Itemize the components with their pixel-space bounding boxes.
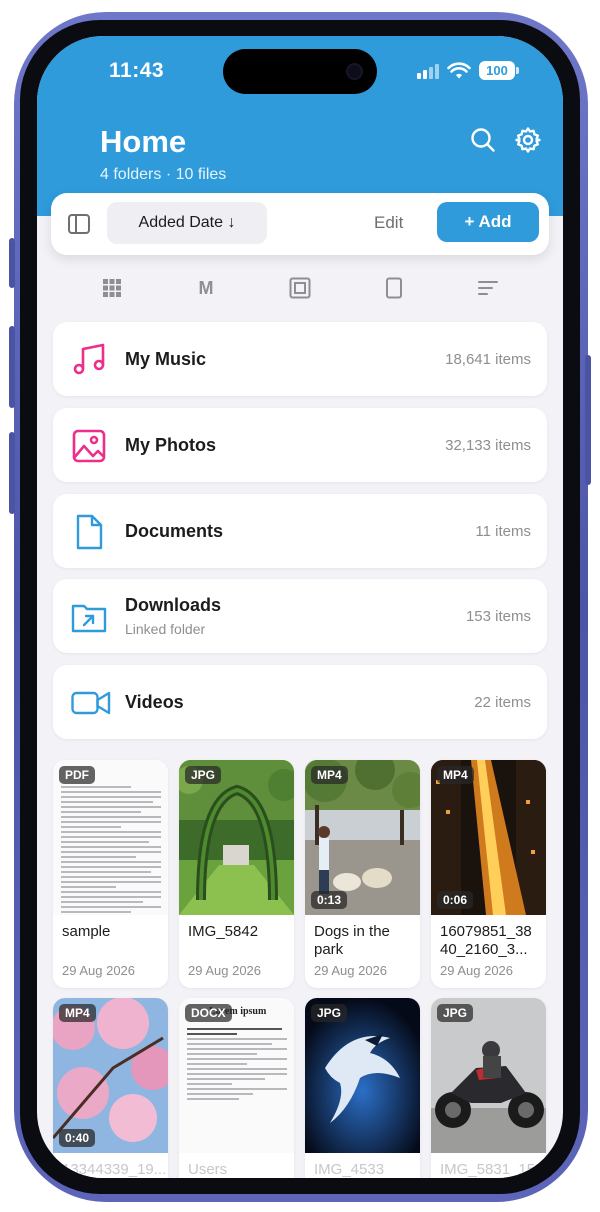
battery-icon: 100 xyxy=(479,61,519,80)
folder-name: Downloads xyxy=(125,595,222,615)
dynamic-island xyxy=(223,49,377,94)
app-screen: 11:43 100 Home 4 folders · 10 files Adde… xyxy=(37,36,563,1178)
phone-frame-icon[interactable] xyxy=(382,276,406,300)
cellular-signal-icon xyxy=(417,63,439,79)
folder-name: My Music xyxy=(125,349,207,369)
folder-count: 22 items xyxy=(474,694,531,711)
folder-row-videos[interactable]: Videos 22 items xyxy=(53,665,547,739)
page-title: Home xyxy=(100,124,187,159)
file-name: Users xyxy=(188,1161,228,1178)
folder-subtitle: Linked folder xyxy=(125,621,206,637)
status-time: 11:43 xyxy=(109,59,165,82)
volume-up-button xyxy=(9,326,15,408)
file-name: IMG_5842 xyxy=(188,923,259,940)
file-type-badge: MP4 xyxy=(59,1004,96,1022)
view-mode-bar: M xyxy=(37,276,563,304)
file-type-badge: DOCX xyxy=(185,1004,232,1022)
power-button xyxy=(585,355,591,485)
list-icon[interactable] xyxy=(476,276,500,300)
folder-count: 18,641 items xyxy=(445,351,531,368)
file-date: 29 Aug 2026 xyxy=(62,963,136,978)
file-card-dogs-in-the-park[interactable]: MP4 0:13 Dogs in the park 29 Aug 2026 xyxy=(305,760,420,988)
folder-count: 153 items xyxy=(465,608,531,625)
folder-row-documents[interactable]: Documents 11 items xyxy=(53,494,547,568)
folder-row-downloads[interactable]: Downloads Linked folder 153 items xyxy=(53,579,547,653)
file-card-img-5831[interactable]: JPG IMG_5831_15... xyxy=(431,998,546,1178)
video-duration: 0:06 xyxy=(437,891,474,909)
toolbar: Added Date ↓ Edit + Add xyxy=(51,193,549,255)
music-note-icon xyxy=(73,343,105,375)
battery-level: 100 xyxy=(479,61,515,80)
volume-down-button xyxy=(9,432,15,514)
file-type-badge: MP4 xyxy=(311,766,348,784)
file-name: 13344339_19... xyxy=(62,1161,167,1178)
search-icon[interactable] xyxy=(469,126,497,154)
video-duration: 0:40 xyxy=(59,1129,96,1147)
file-card-13344339[interactable]: MP4 0:40 13344339_19... xyxy=(53,998,168,1178)
action-button xyxy=(9,238,15,288)
linked-folder-icon xyxy=(71,604,107,633)
document-icon xyxy=(76,514,103,550)
grid-icon[interactable] xyxy=(100,276,124,300)
file-type-badge: JPG xyxy=(311,1004,348,1022)
page-subtitle: 4 folders · 10 files xyxy=(100,166,227,183)
video-duration: 0:13 xyxy=(311,891,348,909)
file-type-badge: MP4 xyxy=(437,766,474,784)
folder-name: My Photos xyxy=(125,435,217,455)
file-type-badge: JPG xyxy=(185,766,222,784)
sidebar-toggle-icon[interactable] xyxy=(67,212,91,236)
file-name: 16079851_3840_2160_3... xyxy=(440,923,532,958)
file-card-img-5842[interactable]: JPG IMG_5842 29 Aug 2026 xyxy=(179,760,294,988)
gear-icon[interactable] xyxy=(514,126,542,154)
photo-icon xyxy=(72,429,106,463)
folder-row-my-photos[interactable]: My Photos 32,133 items xyxy=(53,408,547,482)
file-name: Dogs in the park xyxy=(314,923,390,958)
sort-button[interactable]: Added Date ↓ xyxy=(107,202,267,244)
file-card-sample[interactable]: PDF sample 29 Aug 2026 xyxy=(53,760,168,988)
file-date: 29 Aug 2026 xyxy=(440,963,514,978)
folder-name: Documents xyxy=(125,521,224,541)
wifi-icon xyxy=(447,61,471,78)
folder-count: 11 items xyxy=(475,523,531,540)
file-card-img-4533[interactable]: JPG IMG_4533 xyxy=(305,998,420,1178)
folder-name: Videos xyxy=(125,692,184,712)
folder-count: 32,133 items xyxy=(445,437,531,454)
folder-row-my-music[interactable]: My Music 18,641 items xyxy=(53,322,547,396)
status-icons: 100 xyxy=(417,61,519,80)
header: 11:43 100 Home 4 folders · 10 files xyxy=(37,36,563,216)
file-date: 29 Aug 2026 xyxy=(314,963,388,978)
file-type-badge: PDF xyxy=(59,766,95,784)
file-date: 29 Aug 2026 xyxy=(188,963,262,978)
edit-button[interactable]: Edit xyxy=(374,213,403,233)
video-camera-icon xyxy=(71,691,111,715)
square-frame-icon[interactable] xyxy=(288,276,312,300)
file-type-badge: JPG xyxy=(437,1004,474,1022)
file-card-users[interactable]: Lorem ipsum DOCX Users xyxy=(179,998,294,1178)
add-button[interactable]: + Add xyxy=(437,202,539,242)
file-name: IMG_5831_15... xyxy=(440,1161,546,1178)
file-card-16079851[interactable]: MP4 0:06 16079851_3840_2160_3... 29 Aug … xyxy=(431,760,546,988)
m-icon[interactable]: M xyxy=(194,276,218,300)
file-name: IMG_4533 xyxy=(314,1161,385,1178)
file-name: sample xyxy=(62,923,111,940)
